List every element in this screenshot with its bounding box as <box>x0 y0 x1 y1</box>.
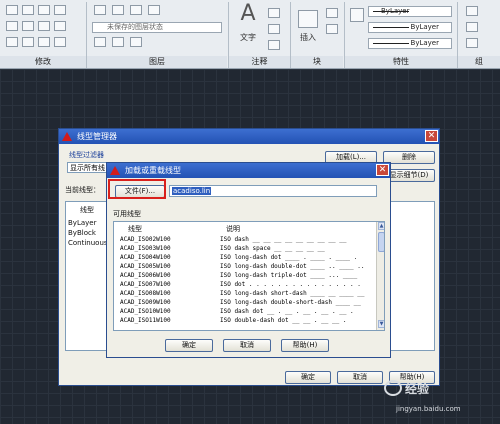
erase-icon[interactable] <box>54 5 66 15</box>
linetype-name: ACAD_ISO08W100 <box>120 290 171 297</box>
linetype-description: ISO long-dash triple-dot ____ ... ____ <box>220 272 358 279</box>
linetype-description: ISO long-dash dot ____ . ____ . ____ . <box>220 254 358 261</box>
group-edit-icon[interactable] <box>466 38 478 48</box>
scrollbar-thumb[interactable] <box>378 232 384 252</box>
linetype-name: ACAD_ISO02W100 <box>120 236 171 243</box>
scroll-up-icon[interactable]: ▲ <box>378 222 384 230</box>
linetype-description: ISO long-dash double-short-dash ____ __ <box>220 299 361 306</box>
linetype-name: ACAD_ISO06W100 <box>120 272 171 279</box>
mirror-icon[interactable] <box>22 21 34 31</box>
close-icon[interactable]: ✕ <box>425 130 438 142</box>
current-linetype-label: 当前线型： <box>65 186 100 194</box>
ok-button[interactable]: 确定 <box>165 339 213 352</box>
panel-title-properties[interactable]: 特性 <box>345 56 457 68</box>
file-name-value: acadiso.lin <box>172 187 212 195</box>
load-linetype-title: 加载或重载线型 <box>125 166 181 175</box>
create-block-icon[interactable] <box>326 8 338 18</box>
vertical-scrollbar[interactable]: ▲ ▼ <box>376 222 384 330</box>
available-linetypes-list[interactable]: 线型 说明 ACAD_ISO02W100 ISO dash __ __ __ __… <box>113 221 385 331</box>
cancel-button[interactable]: 取消 <box>337 371 383 384</box>
linetype-description: ISO dash space __ __ __ __ __ <box>220 245 325 252</box>
linetype-description: ISO dot . . . . . . . . . . . . . . . . <box>220 281 361 288</box>
available-linetypes-label: 可用线型 <box>113 210 141 218</box>
ok-button[interactable]: 确定 <box>285 371 331 384</box>
list-item[interactable]: ByBlock <box>68 229 96 237</box>
linetype-description: ISO double-dash dot __ __ . __ __ . <box>220 317 347 324</box>
panel-title-annotation[interactable]: 注释 <box>229 56 290 68</box>
linetype-name: ACAD_ISO10W100 <box>120 308 171 315</box>
ungroup-icon[interactable] <box>466 22 478 32</box>
linetype-description: ISO dash __ __ __ __ __ __ __ __ __ <box>220 236 347 243</box>
linetype-name: ACAD_ISO05W100 <box>120 263 171 270</box>
scroll-down-icon[interactable]: ▼ <box>378 320 384 328</box>
ribbon: 修改 未保存的图层状态 图层 A 文字 注释 插入 块 ByLayer ByLa… <box>0 0 500 69</box>
linetype-name: ACAD_ISO03W100 <box>120 245 171 252</box>
list-header-linetype[interactable]: 线型 <box>80 205 94 215</box>
linetype-manager-titlebar[interactable]: 线型管理器 <box>59 129 439 144</box>
insert-button-label[interactable]: 插入 <box>294 32 322 43</box>
linetype-name: ACAD_ISO07W100 <box>120 281 171 288</box>
linetype-name: ACAD_ISO09W100 <box>120 299 171 306</box>
help-button[interactable]: 帮助(H) <box>281 339 329 352</box>
load-linetype-titlebar[interactable]: 加载或重载线型 <box>107 163 390 178</box>
fillet-icon[interactable] <box>38 21 50 31</box>
panel-title-group[interactable]: 组 <box>458 56 500 68</box>
stretch-icon[interactable] <box>6 37 18 47</box>
layer-state-combo[interactable]: 未保存的图层状态 <box>92 22 222 33</box>
layer-color-icon[interactable] <box>148 5 160 15</box>
linetype-description: ISO long-dash short-dash ____ __ ____ __ <box>220 290 365 297</box>
rotate-icon[interactable] <box>22 5 34 15</box>
linetype-description: ISO long-dash double-dot ____ .. ____ .. <box>220 263 365 270</box>
edit-block-icon[interactable] <box>326 24 338 34</box>
layer-isolate-icon[interactable] <box>112 37 124 47</box>
linetype-name: ACAD_ISO11W100 <box>120 317 171 324</box>
trim-icon[interactable] <box>38 5 50 15</box>
table-icon[interactable] <box>268 40 280 50</box>
baidu-paw-icon <box>384 380 402 396</box>
layer-lock-icon[interactable] <box>130 5 142 15</box>
column-header-description[interactable]: 说明 <box>226 224 240 234</box>
copy-icon[interactable] <box>6 21 18 31</box>
filter-group-label: 线型过滤器 <box>69 151 104 159</box>
linetype-description: ISO dash dot __ . __ . __ . __ . __ . <box>220 308 354 315</box>
autocad-logo-icon <box>110 166 120 175</box>
list-item[interactable]: Continuous <box>68 239 108 247</box>
watermark-text: 经验 <box>405 382 430 396</box>
match-properties-icon[interactable] <box>350 8 364 22</box>
layer-freeze-icon[interactable] <box>112 5 124 15</box>
text-icon[interactable]: A <box>236 2 260 26</box>
highlight-frame <box>108 179 166 199</box>
linetype-name: ACAD_ISO04W100 <box>120 254 171 261</box>
offset-icon[interactable] <box>54 37 66 47</box>
panel-title-modify[interactable]: 修改 <box>0 56 86 68</box>
file-name-field[interactable]: acadiso.lin <box>169 185 377 197</box>
watermark-url: jingyan.baidu.com <box>396 405 461 413</box>
layer-off-icon[interactable] <box>130 37 142 47</box>
leader-icon[interactable] <box>268 24 280 34</box>
lineweight-combo[interactable]: ByLayer <box>368 22 452 33</box>
dimension-icon[interactable] <box>268 8 280 18</box>
close-icon[interactable]: ✕ <box>376 164 389 176</box>
text-button-label[interactable]: 文字 <box>234 32 262 43</box>
group-icon[interactable] <box>466 6 478 16</box>
scale-icon[interactable] <box>22 37 34 47</box>
layer-properties-icon[interactable] <box>94 5 106 15</box>
linetype-manager-title: 线型管理器 <box>77 132 117 141</box>
linetype-combo[interactable]: ByLayer <box>368 38 452 49</box>
array-icon[interactable] <box>38 37 50 47</box>
autocad-logo-icon <box>62 132 72 141</box>
panel-title-block[interactable]: 块 <box>291 56 343 68</box>
panel-title-layers[interactable]: 图层 <box>87 56 227 68</box>
layer-match-icon[interactable] <box>94 37 106 47</box>
cancel-button[interactable]: 取消 <box>223 339 271 352</box>
insert-block-icon[interactable] <box>298 10 318 28</box>
explode-icon[interactable] <box>54 21 66 31</box>
column-header-linetype[interactable]: 线型 <box>128 224 142 234</box>
color-combo[interactable]: ByLayer <box>368 6 452 17</box>
move-icon[interactable] <box>6 5 18 15</box>
list-item[interactable]: ByLayer <box>68 219 96 227</box>
